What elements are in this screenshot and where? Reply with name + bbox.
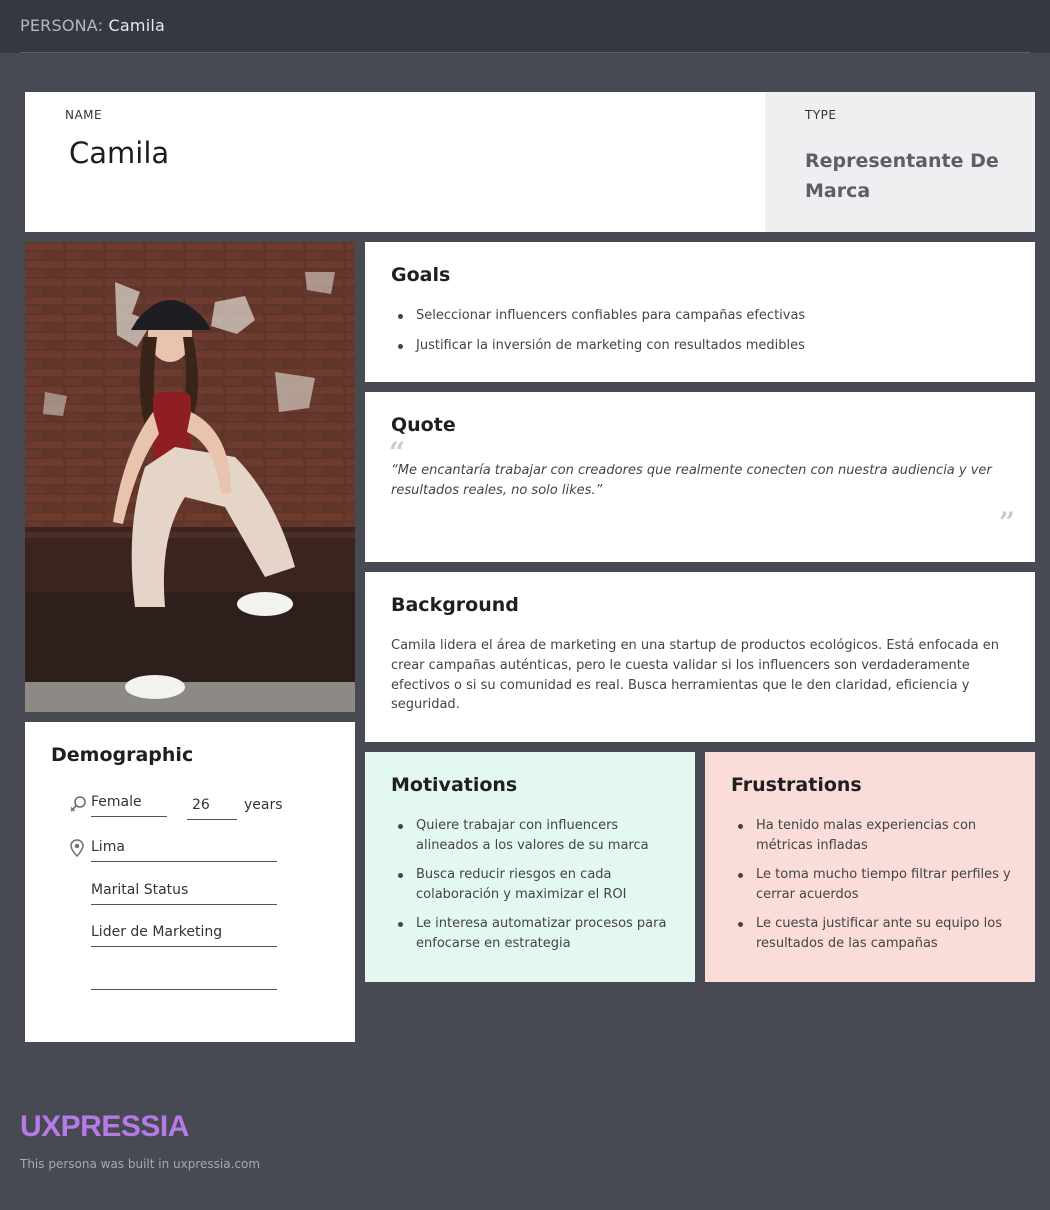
persona-name[interactable]: Camila — [69, 136, 169, 170]
background-title: Background — [391, 594, 519, 616]
background-text[interactable]: Camila lidera el área de marketing en un… — [391, 636, 1013, 715]
location-pin-icon — [70, 839, 84, 861]
gender-field[interactable]: Female — [91, 794, 167, 817]
list-item[interactable]: Le toma mucho tiempo filtrar perfiles y … — [731, 865, 1021, 905]
motivations-list: Quiere trabajar con influencers alineado… — [391, 816, 681, 954]
frustrations-list: Ha tenido malas experiencias con métrica… — [731, 816, 1021, 954]
extra-field[interactable] — [91, 969, 277, 990]
type-label: TYPE — [805, 108, 837, 122]
frustrations-card: Frustrations Ha tenido malas experiencia… — [705, 752, 1035, 982]
age-unit: years — [244, 797, 283, 813]
list-item[interactable]: Busca reducir riesgos en cada colaboraci… — [391, 865, 681, 905]
top-bar-divider — [20, 52, 1030, 53]
demographic-card: Demographic Female 26 years Lima Marital… — [25, 722, 355, 1042]
goals-title: Goals — [391, 264, 451, 286]
list-item[interactable]: Le interesa automatizar procesos para en… — [391, 914, 681, 954]
motivations-title: Motivations — [391, 774, 518, 796]
quote-text[interactable]: “Me encantaría trabajar con creadores qu… — [391, 461, 1011, 501]
persona-photo[interactable] — [25, 242, 355, 712]
close-quote-icon: ” — [999, 506, 1016, 539]
quote-card: Quote “ “Me encantaría trabajar con crea… — [365, 392, 1035, 562]
persona-title-name: Camila — [108, 16, 166, 35]
persona-title-prefix: PERSONA: — [20, 16, 104, 35]
frustrations-title: Frustrations — [731, 774, 862, 796]
age-field[interactable]: 26 — [187, 797, 237, 820]
demographic-title: Demographic — [51, 744, 194, 766]
occupation-field[interactable]: Lider de Marketing — [91, 924, 277, 947]
goals-card: Goals Seleccionar influencers confiables… — [365, 242, 1035, 382]
background-card: Background Camila lidera el área de mark… — [365, 572, 1035, 742]
list-item[interactable]: Ha tenido malas experiencias con métrica… — [731, 816, 1021, 856]
list-item[interactable]: Le cuesta justificar ante su equipo los … — [731, 914, 1021, 954]
type-card: TYPE Representante De Marca — [765, 92, 1035, 232]
name-card: NAME Camila — [25, 92, 765, 232]
list-item[interactable]: Seleccionar influencers confiables para … — [391, 306, 1011, 326]
list-item[interactable]: Quiere trabajar con influencers alineado… — [391, 816, 681, 856]
motivations-card: Motivations Quiere trabajar con influenc… — [365, 752, 695, 982]
marital-status-field[interactable]: Marital Status — [91, 882, 277, 905]
uxpressia-logo[interactable]: UXPRESSIA — [20, 1110, 189, 1144]
name-label: NAME — [65, 108, 103, 122]
persona-photo-illustration — [25, 242, 355, 712]
goals-list: Seleccionar influencers confiables para … — [391, 306, 1011, 356]
gender-icon — [69, 795, 87, 817]
footer-note: This persona was built in uxpressia.com — [20, 1157, 261, 1171]
location-field[interactable]: Lima — [91, 839, 277, 862]
persona-title: PERSONA: Camila — [20, 16, 165, 35]
persona-type[interactable]: Representante De Marca — [805, 146, 1025, 206]
quote-title: Quote — [391, 414, 456, 436]
list-item[interactable]: Justificar la inversión de marketing con… — [391, 336, 1011, 356]
top-bar: PERSONA: Camila — [0, 0, 1050, 53]
